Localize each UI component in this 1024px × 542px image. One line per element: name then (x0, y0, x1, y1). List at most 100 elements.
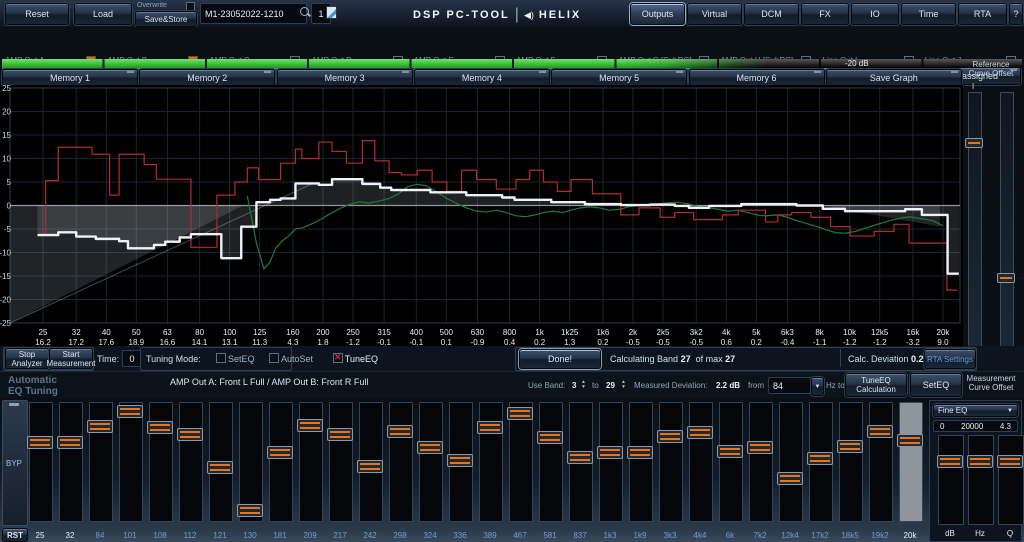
nav-dcm-button[interactable]: DCM (744, 3, 799, 25)
rta-settings-button[interactable]: RTA Settings (924, 349, 976, 369)
done-button[interactable]: Done! (519, 349, 601, 369)
memory-slot-button[interactable]: Memory 3 (277, 69, 413, 86)
eq-band-handle-112[interactable] (177, 428, 203, 441)
eq-band-track-18k5[interactable] (839, 402, 863, 522)
eq-band-handle-336[interactable] (447, 454, 473, 467)
seteq-button[interactable]: SetEQ (910, 373, 962, 397)
eq-band-handle-121[interactable] (207, 461, 233, 474)
memory-slot-button[interactable]: Memory 2 (139, 69, 275, 86)
eq-band-track-581[interactable] (539, 402, 563, 522)
eq-band-track-389[interactable] (479, 402, 503, 522)
save-graph-button[interactable]: Save Graph (826, 69, 962, 86)
eq-band-handle-181[interactable] (267, 446, 293, 459)
eq-band-handle-581[interactable] (537, 431, 563, 444)
nav-help-button[interactable]: ? (1009, 3, 1023, 25)
save-store-button[interactable]: Save&Store (135, 11, 197, 27)
eq-band-handle-84[interactable] (87, 420, 113, 433)
band-to-spinner[interactable]: ▲▼ (620, 380, 627, 390)
eq-band-handle-19k2[interactable] (867, 425, 893, 438)
reference-offset-slider-handle[interactable] (965, 138, 983, 148)
band-from-value[interactable]: 3 (572, 381, 576, 390)
eq-band-track-101[interactable] (119, 402, 143, 522)
fine-eq-handle-q[interactable] (997, 455, 1023, 468)
eq-band-track-217[interactable] (329, 402, 353, 522)
fine-eq-track-q[interactable] (998, 435, 1024, 525)
memory-slot-button[interactable]: Memory 4 (414, 69, 550, 86)
freq-from-dropdown[interactable]: ▼ (811, 377, 824, 396)
eq-band-track-467[interactable] (509, 402, 533, 522)
eq-band-handle-298[interactable] (387, 425, 413, 438)
eq-band-track-181[interactable] (269, 402, 293, 522)
eq-band-handle-108[interactable] (147, 421, 173, 434)
fine-eq-handle-db[interactable] (937, 455, 963, 468)
fine-eq-dropdown[interactable]: Fine EQ▼ (933, 404, 1018, 417)
nav-virtual-button[interactable]: Virtual (687, 3, 742, 25)
nav-rta-button[interactable]: RTA (958, 3, 1007, 25)
stop-analyzer-button[interactable]: StopAnalyzer (5, 348, 49, 369)
eq-band-track-298[interactable] (389, 402, 413, 522)
eq-band-handle-3k3[interactable] (657, 430, 683, 443)
band-from-spinner[interactable]: ▲▼ (580, 380, 587, 390)
eq-band-handle-32[interactable] (57, 436, 83, 449)
eq-band-handle-1k9[interactable] (627, 446, 653, 459)
band-to-value[interactable]: 29 (606, 381, 615, 390)
memory-slot-button[interactable]: Memory 6 (689, 69, 825, 86)
edit-preset-icon[interactable] (326, 6, 337, 19)
fine-eq-track-hz[interactable] (968, 435, 994, 525)
eq-band-track-6k[interactable] (719, 402, 743, 522)
fine-eq-track-db[interactable] (938, 435, 964, 525)
mode-checkbox-seteq[interactable] (216, 353, 226, 363)
eq-band-track-25[interactable] (29, 402, 53, 522)
eq-band-handle-130[interactable] (237, 504, 263, 517)
eq-band-handle-101[interactable] (117, 405, 143, 418)
eq-band-handle-17k2[interactable] (807, 452, 833, 465)
measurement-offset-slider-handle[interactable] (997, 273, 1015, 283)
eq-band-track-108[interactable] (149, 402, 173, 522)
eq-band-track-4k4[interactable] (689, 402, 713, 522)
eq-band-handle-389[interactable] (477, 421, 503, 434)
start-measurement-button[interactable]: StartMeasurement (49, 348, 93, 369)
nav-time-button[interactable]: Time (901, 3, 956, 25)
search-icon[interactable] (300, 7, 309, 16)
memory-slot-button[interactable]: Memory 1 (2, 69, 138, 86)
eq-band-handle-242[interactable] (357, 460, 383, 473)
eq-band-handle-18k5[interactable] (837, 440, 863, 453)
eq-band-track-324[interactable] (419, 402, 443, 522)
memory-slot-button[interactable]: Memory 5 (551, 69, 687, 86)
eq-band-handle-324[interactable] (417, 441, 443, 454)
eq-band-handle-25[interactable] (27, 436, 53, 449)
eq-band-track-7k2[interactable] (749, 402, 773, 522)
eq-band-handle-209[interactable] (297, 419, 323, 432)
frequency-response-graph[interactable]: 2520151050-5-10-15-20-252516.23217.24017… (0, 85, 963, 346)
nav-fx-button[interactable]: FX (801, 3, 849, 25)
eq-band-handle-467[interactable] (507, 407, 533, 420)
load-button[interactable]: Load (74, 3, 132, 25)
preset-name-field[interactable]: M1-23052022-1210 (200, 3, 307, 24)
eq-band-track-20k[interactable] (899, 402, 923, 522)
bypass-button[interactable]: BYP (2, 400, 28, 526)
eq-band-handle-20k[interactable] (897, 434, 923, 447)
eq-band-track-112[interactable] (179, 402, 203, 522)
eq-band-track-19k2[interactable] (869, 402, 893, 522)
tuneeq-button[interactable]: TuneEQCalculation (845, 373, 907, 397)
eq-band-handle-7k2[interactable] (747, 441, 773, 454)
reset-button[interactable]: Reset (5, 3, 69, 25)
overwrite-checkbox[interactable] (186, 2, 195, 11)
eq-band-handle-12k4[interactable] (777, 472, 803, 485)
reference-offset-slider-track[interactable] (968, 92, 982, 362)
eq-band-handle-6k[interactable] (717, 445, 743, 458)
eq-band-handle-217[interactable] (327, 428, 353, 441)
nav-io-button[interactable]: IO (851, 3, 899, 25)
measurement-offset-slider-track[interactable] (1000, 92, 1014, 362)
mode-checkbox-tuneeq[interactable]: ✕ (333, 353, 343, 363)
eq-band-track-12k4[interactable] (779, 402, 803, 522)
eq-band-track-32[interactable] (59, 402, 83, 522)
mode-checkbox-autoset[interactable] (269, 353, 279, 363)
eq-band-track-1k3[interactable] (599, 402, 623, 522)
eq-band-handle-4k4[interactable] (687, 426, 713, 439)
eq-band-track-3k3[interactable] (659, 402, 683, 522)
eq-band-handle-837[interactable] (567, 451, 593, 464)
nav-outputs-button[interactable]: Outputs (630, 3, 685, 25)
fine-eq-handle-hz[interactable] (967, 455, 993, 468)
eq-band-handle-1k3[interactable] (597, 446, 623, 459)
